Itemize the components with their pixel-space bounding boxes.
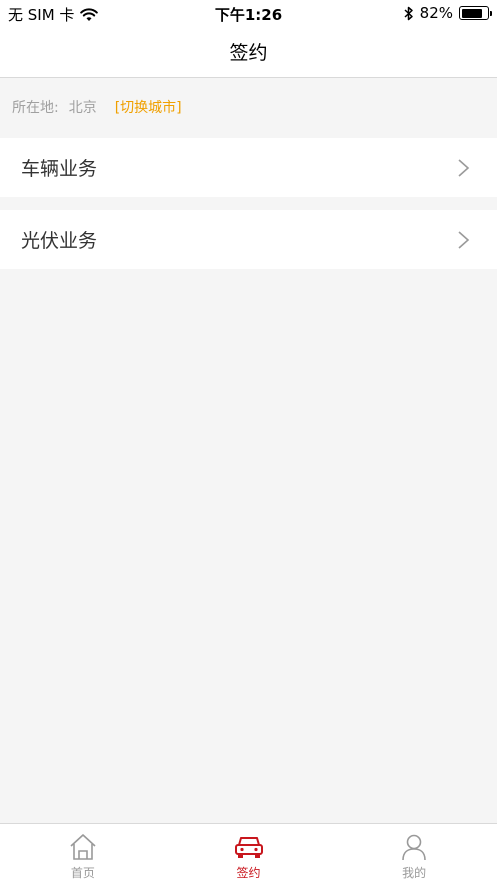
location-city: 北京 — [68, 100, 97, 116]
tab-bar: 首页 签约 我的 — [0, 823, 497, 883]
tab-sign-label: 签约 — [236, 866, 261, 880]
list-item-label: 车辆业务 — [21, 158, 98, 180]
list-item-label: 光伏业务 — [21, 230, 98, 252]
nav-bar: 签约 — [0, 26, 497, 78]
chevron-right-icon — [458, 231, 470, 249]
home-icon — [70, 834, 96, 860]
battery-percent: 82% — [419, 4, 453, 22]
tab-mine-label: 我的 — [402, 866, 427, 880]
tab-home[interactable]: 首页 — [0, 824, 166, 883]
switch-city-link[interactable]: [切换城市] — [115, 97, 182, 117]
battery-icon — [459, 6, 492, 20]
status-bar: 无 SIM 卡 下午1:26 82% — [0, 0, 497, 26]
status-right: 82% — [404, 4, 492, 22]
page-title: 签约 — [229, 42, 268, 64]
list-item-solar-business[interactable]: 光伏业务 — [0, 210, 497, 269]
tab-sign[interactable]: 签约 — [166, 824, 332, 883]
tab-mine[interactable]: 我的 — [331, 824, 497, 883]
bluetooth-icon — [404, 6, 413, 20]
location-bar: 所在地: 北京 [切换城市] — [0, 78, 497, 136]
chevron-right-icon — [458, 159, 470, 177]
tab-home-label: 首页 — [70, 866, 95, 880]
location-label: 所在地: — [12, 100, 59, 116]
battery-fill — [461, 8, 482, 18]
list-item-vehicle-business[interactable]: 车辆业务 — [0, 138, 497, 197]
car-icon — [234, 837, 263, 858]
user-icon — [402, 834, 426, 861]
